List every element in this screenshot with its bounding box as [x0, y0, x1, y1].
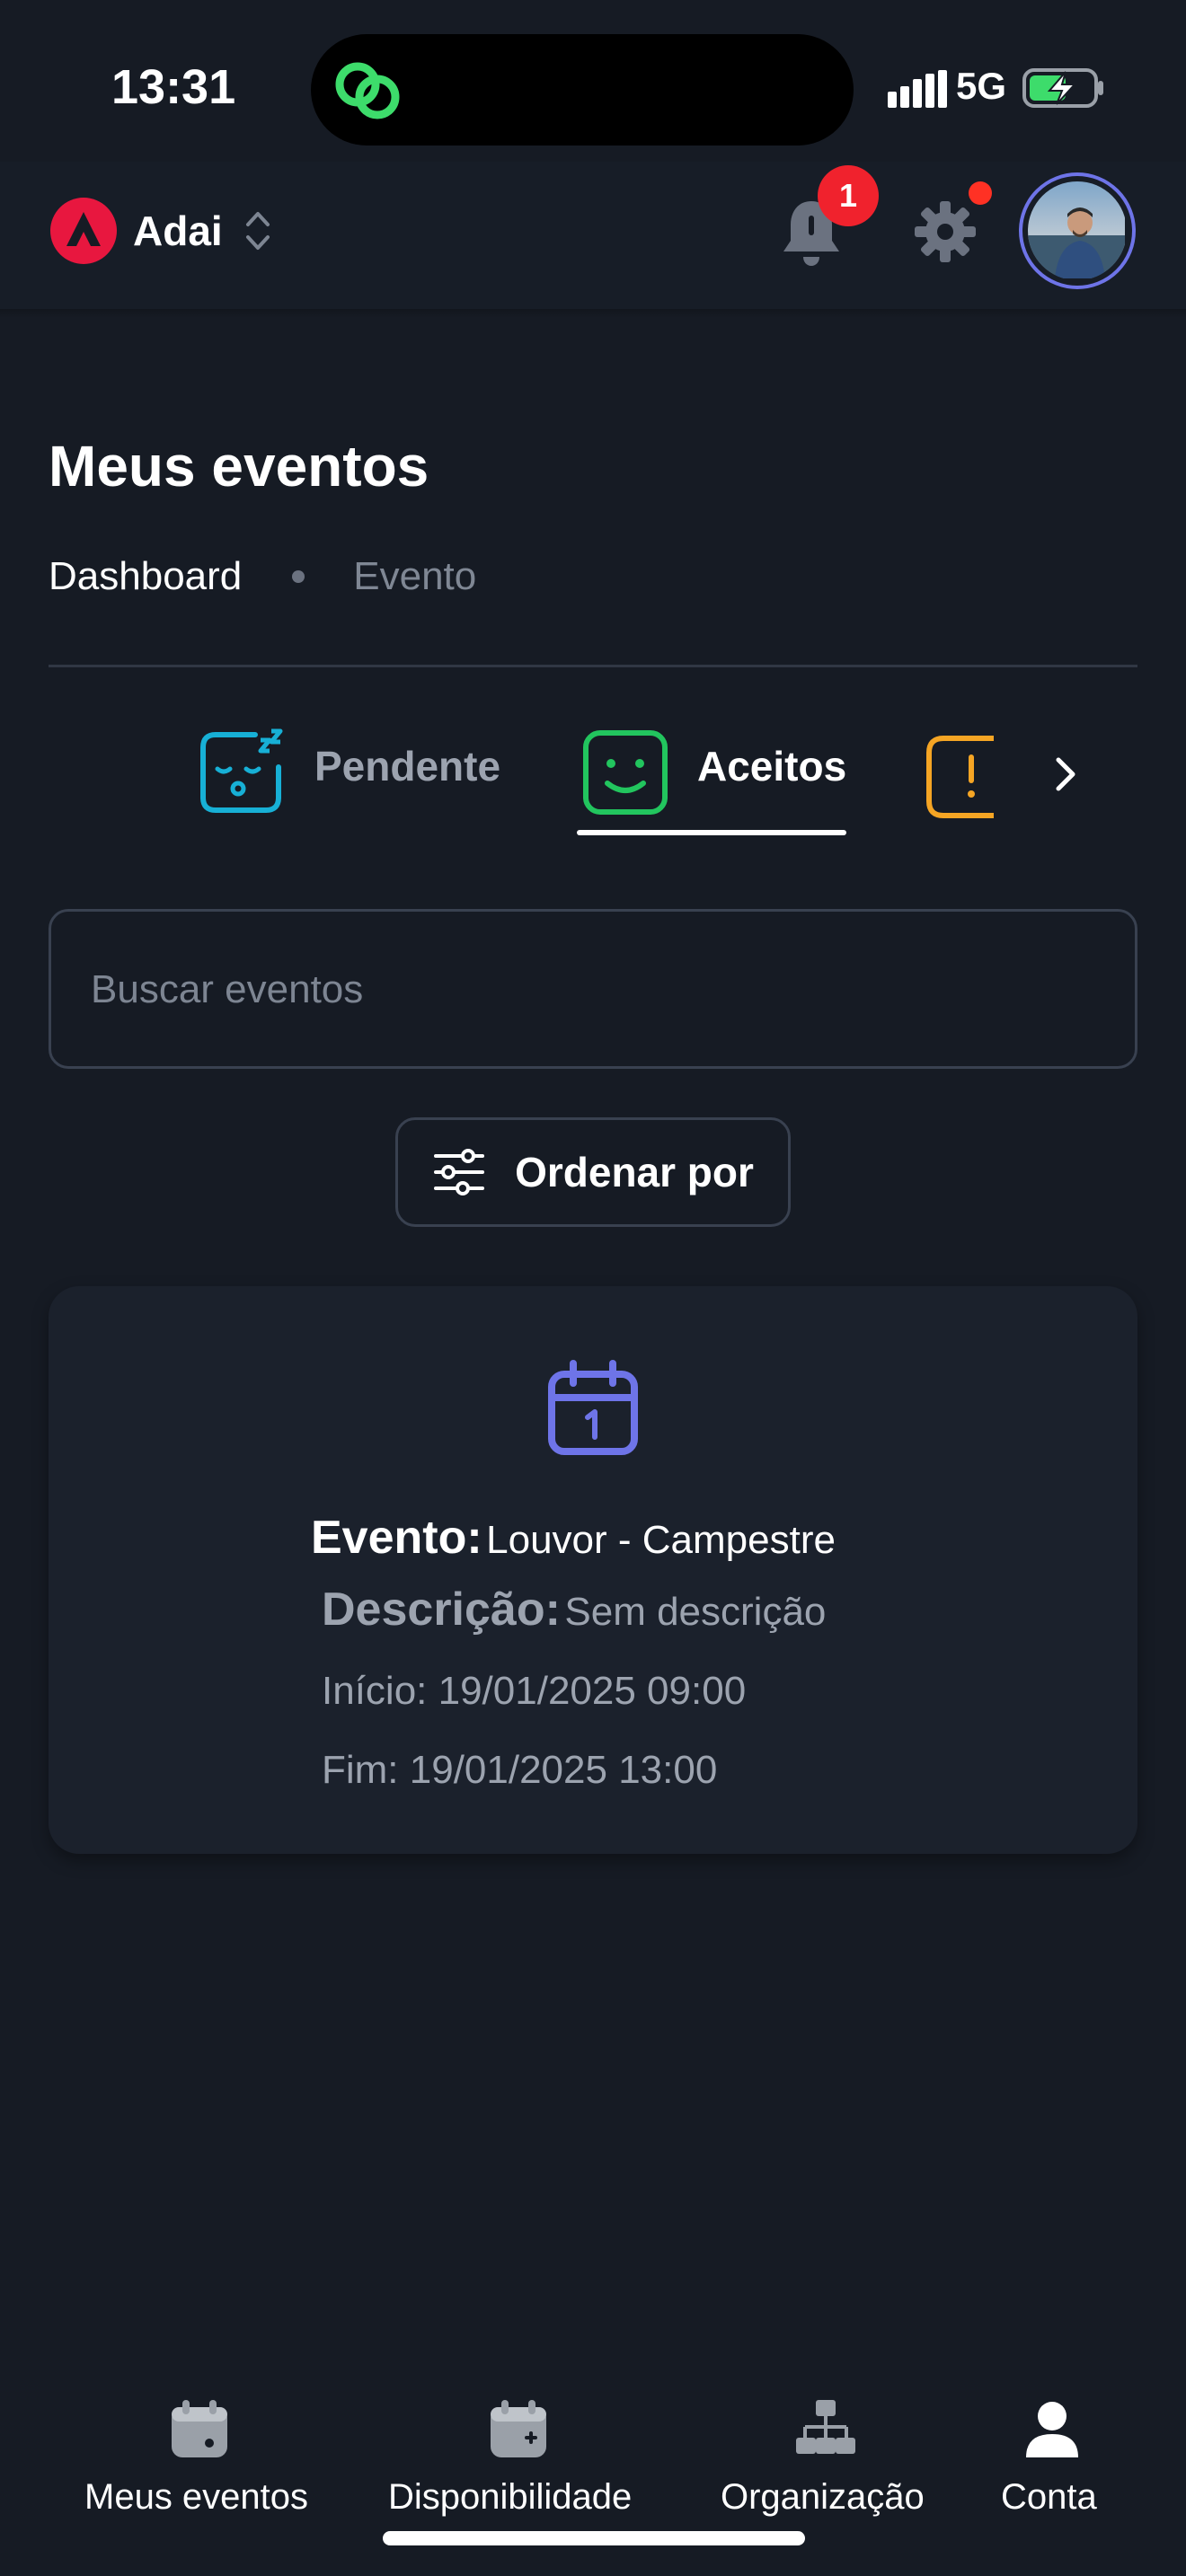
nav-disponibilidade-label: Disponibilidade	[388, 2477, 633, 2517]
sort-button-label: Ordenar por	[515, 1149, 754, 1195]
link-icon	[335, 62, 400, 119]
event-end: Fim: 19/01/2025 13:00	[322, 1748, 718, 1792]
event-description: Descrição: Sem descrição	[322, 1583, 826, 1636]
tab-pendente[interactable]: Pendente	[0, 710, 521, 844]
sort-button[interactable]: Ordenar por	[395, 1117, 791, 1227]
calendar-icon	[548, 1360, 638, 1455]
nav-meus-eventos[interactable]: Meus eventos	[72, 2371, 327, 2517]
avatar[interactable]	[1019, 172, 1136, 289]
event-card[interactable]: Evento: Louvor - Campestre Descrição: Se…	[49, 1286, 1137, 1854]
breadcrumb: Dashboard Evento	[49, 550, 476, 604]
tab-pendente-label: Pendente	[314, 743, 501, 790]
calendar-add-icon	[491, 2400, 546, 2457]
alert-icon[interactable]	[925, 735, 999, 819]
breadcrumb-separator	[292, 570, 305, 583]
signal-icon	[888, 70, 947, 108]
status-bar: 13:31 5G	[0, 0, 1186, 162]
calendar-icon	[172, 2400, 227, 2457]
header-shadow	[0, 309, 1186, 318]
home-indicator[interactable]	[383, 2531, 805, 2545]
nav-organizacao-label: Organização	[721, 2477, 925, 2517]
tab-aceitos-label: Aceitos	[697, 743, 847, 790]
tab-aceitos[interactable]: Aceitos	[521, 710, 881, 844]
nav-organizacao[interactable]: Organização	[710, 2371, 940, 2517]
breadcrumb-current: Evento	[353, 554, 477, 598]
notification-badge: 1	[818, 165, 879, 226]
status-tabs: Pendente Aceitos	[0, 710, 1186, 844]
avatar-image	[1028, 181, 1127, 280]
user-icon	[1026, 2402, 1078, 2457]
breadcrumb-dashboard[interactable]: Dashboard	[49, 554, 242, 599]
status-time: 13:31	[111, 60, 236, 114]
smile-face-icon	[583, 730, 668, 815]
search-box	[49, 909, 1137, 1069]
chevron-right-icon[interactable]	[1042, 742, 1089, 807]
org-logo-icon	[66, 212, 101, 246]
nav-conta[interactable]: Conta	[985, 2371, 1118, 2517]
app-header: Adai 1	[0, 162, 1186, 314]
nav-meus-eventos-label: Meus eventos	[84, 2477, 309, 2517]
app-screen: 13:31 5G Adai 1 Meus eventos Dashboard E…	[0, 0, 1186, 2576]
event-title-value: Louvor - Campestre	[486, 1518, 836, 1562]
search-input[interactable]	[91, 958, 1079, 1021]
org-logo[interactable]	[50, 198, 117, 264]
gear-icon[interactable]	[913, 199, 978, 264]
page-title: Meus eventos	[49, 434, 429, 498]
event-description-label: Descrição:	[322, 1584, 561, 1636]
sliders-icon	[434, 1149, 485, 1195]
event-title-label: Evento:	[311, 1512, 482, 1564]
event-start: Início: 19/01/2025 09:00	[322, 1669, 747, 1713]
org-name[interactable]: Adai	[133, 207, 223, 255]
settings-alert-dot	[969, 181, 992, 205]
event-description-value: Sem descrição	[564, 1590, 827, 1634]
divider	[49, 665, 1137, 667]
network-type: 5G	[956, 65, 1007, 107]
nav-conta-label: Conta	[1001, 2477, 1097, 2517]
active-tab-indicator	[577, 830, 846, 835]
chevron-up-down-icon[interactable]	[243, 207, 273, 255]
nav-disponibilidade[interactable]: Disponibilidade	[377, 2371, 658, 2517]
battery-charging-icon	[1022, 68, 1103, 108]
org-chart-icon	[796, 2400, 855, 2454]
event-title: Evento: Louvor - Campestre	[311, 1511, 836, 1565]
sleepy-face-icon	[200, 728, 283, 813]
